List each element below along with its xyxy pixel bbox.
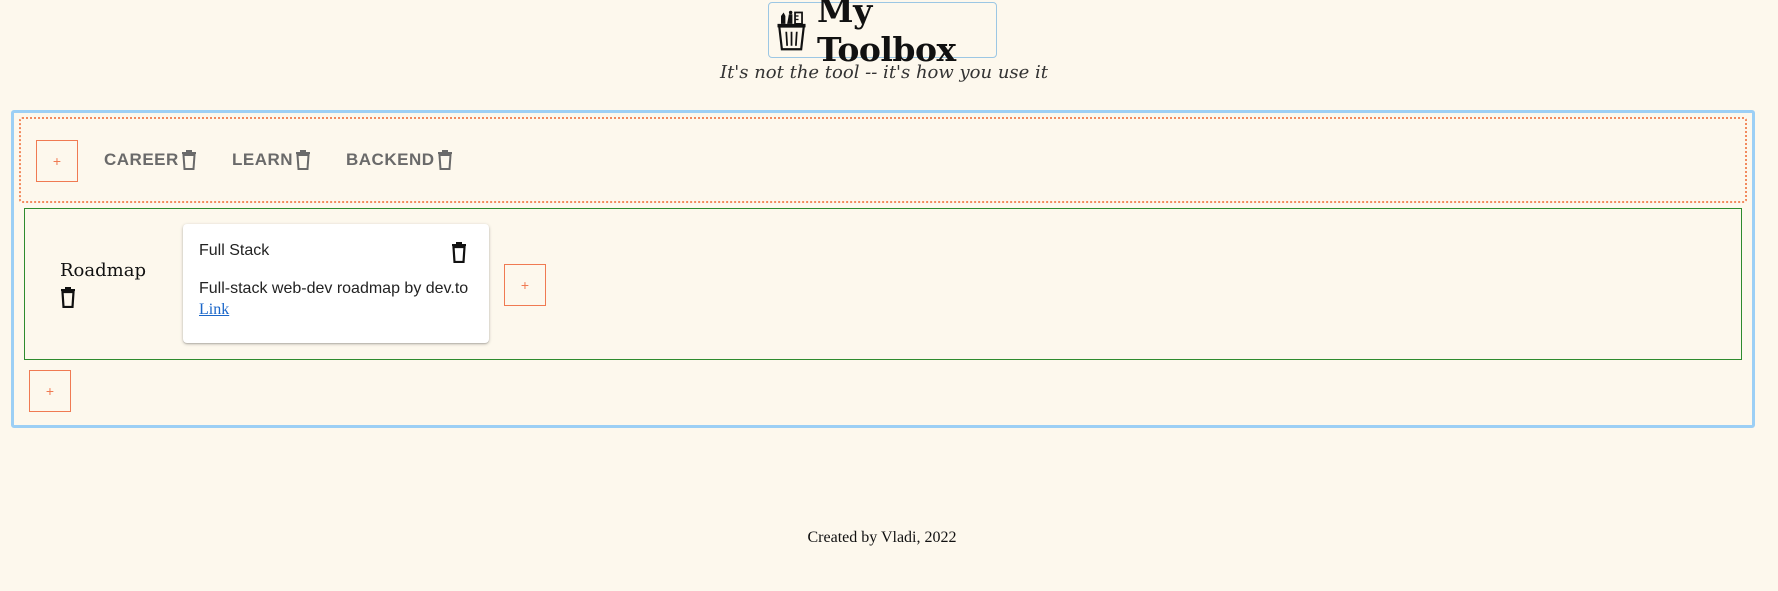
logo-badge: My Toolbox (768, 0, 997, 69)
footer-credit: Created by Vladi, 2022 (807, 529, 957, 546)
tool-card: Full Stack Full-stack web-dev roadmap by… (183, 224, 489, 343)
app-title: My Toolbox (817, 0, 956, 69)
tab-label: CAREER (104, 150, 179, 169)
trash-icon[interactable] (451, 242, 467, 263)
trash-icon[interactable] (437, 150, 453, 170)
trash-icon[interactable] (181, 150, 197, 170)
tab-learn[interactable]: LEARN (232, 148, 311, 172)
card-title: Full Stack (199, 242, 270, 259)
category-title: Roadmap (60, 260, 146, 281)
add-category-button[interactable]: + (29, 370, 71, 412)
add-card-button[interactable]: + (504, 264, 546, 306)
tab-label: LEARN (232, 150, 294, 169)
tab-career[interactable]: CAREER (104, 148, 197, 172)
tab-label: BACKEND (346, 150, 435, 169)
tagline: It's not the tool -- it's how you use it (719, 62, 1049, 83)
trash-icon[interactable] (60, 287, 76, 308)
trash-icon[interactable] (295, 150, 311, 170)
card-link[interactable]: Link (199, 301, 229, 319)
tab-backend[interactable]: BACKEND (346, 148, 453, 172)
card-description: Full-stack web-dev roadmap by dev.to (199, 280, 469, 297)
add-tab-button[interactable]: + (36, 140, 78, 182)
toolbox-cup-icon (777, 10, 806, 51)
